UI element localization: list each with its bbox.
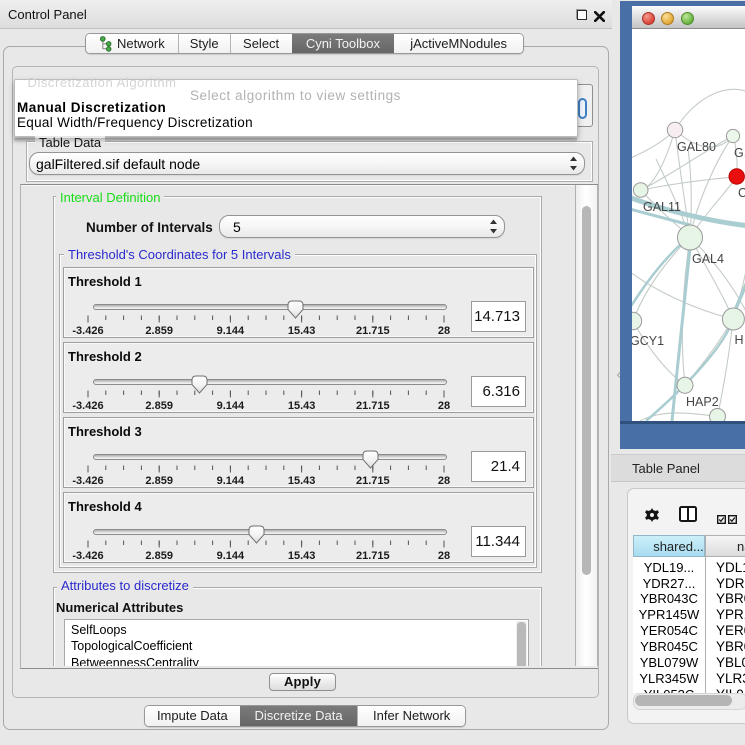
svg-text:GCY1: GCY1	[632, 334, 664, 348]
svg-text:C: C	[738, 186, 745, 200]
svg-text:GAL80: GAL80	[677, 140, 716, 154]
svg-text:HAP2: HAP2	[686, 395, 719, 409]
svg-text:GAL4: GAL4	[692, 252, 724, 266]
svg-text:G.: G.	[734, 146, 745, 160]
svg-text:H: H	[735, 333, 744, 347]
svg-text:GAL11: GAL11	[643, 200, 681, 214]
